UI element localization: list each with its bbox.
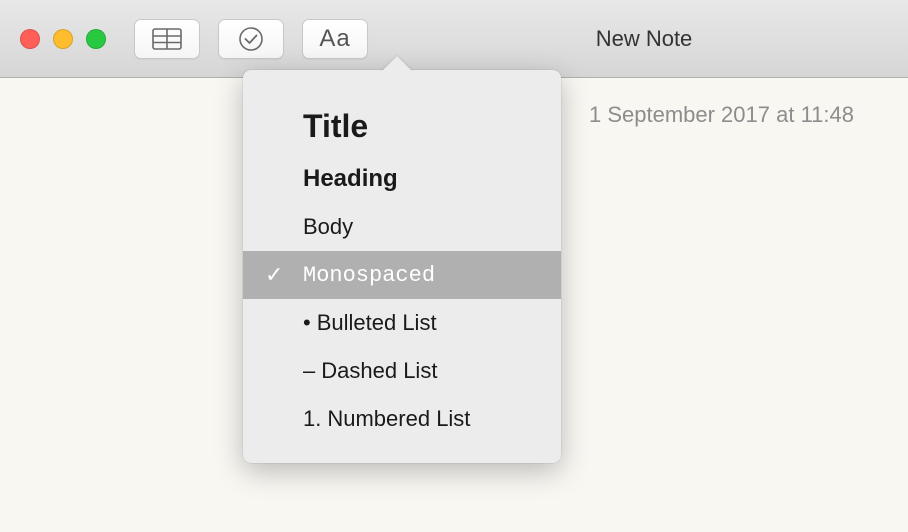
- toolbar: Aa New Note: [0, 0, 908, 78]
- format-option-label: 1.Numbered List: [303, 406, 470, 432]
- checklist-button[interactable]: [218, 19, 284, 59]
- format-option-list-4[interactable]: •Bulleted List: [243, 299, 561, 347]
- format-option-label: –Dashed List: [303, 358, 437, 384]
- window-controls: [20, 29, 106, 49]
- format-icon: Aa: [319, 25, 350, 53]
- format-option-label: Title: [303, 108, 368, 145]
- table-button[interactable]: [134, 19, 200, 59]
- fullscreen-window-button[interactable]: [86, 29, 106, 49]
- format-option-body[interactable]: Body: [243, 203, 561, 251]
- format-option-label: •Bulleted List: [303, 310, 437, 336]
- format-popover: TitleHeadingBody✓Monospaced•Bulleted Lis…: [243, 70, 561, 463]
- format-option-title[interactable]: Title: [243, 98, 561, 155]
- format-button[interactable]: Aa: [302, 19, 368, 59]
- list-prefix: •: [303, 310, 311, 336]
- list-prefix: 1.: [303, 406, 321, 432]
- format-option-monospaced[interactable]: ✓Monospaced: [243, 251, 561, 299]
- format-option-list-6[interactable]: 1.Numbered List: [243, 395, 561, 443]
- format-popover-list: TitleHeadingBody✓Monospaced•Bulleted Lis…: [243, 70, 561, 463]
- format-option-label: Body: [303, 214, 353, 240]
- format-option-heading[interactable]: Heading: [243, 155, 561, 203]
- format-option-list-5[interactable]: –Dashed List: [243, 347, 561, 395]
- list-prefix: –: [303, 358, 315, 384]
- format-option-label: Heading: [303, 165, 398, 193]
- minimize-window-button[interactable]: [53, 29, 73, 49]
- close-window-button[interactable]: [20, 29, 40, 49]
- checkmark-icon: ✓: [265, 262, 303, 288]
- format-option-label: Monospaced: [303, 263, 435, 288]
- checklist-icon: [238, 26, 264, 52]
- popover-arrow: [381, 56, 413, 72]
- note-timestamp: 1 September 2017 at 11:48: [589, 102, 854, 128]
- window-title: New Note: [216, 26, 693, 51]
- table-icon: [152, 28, 182, 50]
